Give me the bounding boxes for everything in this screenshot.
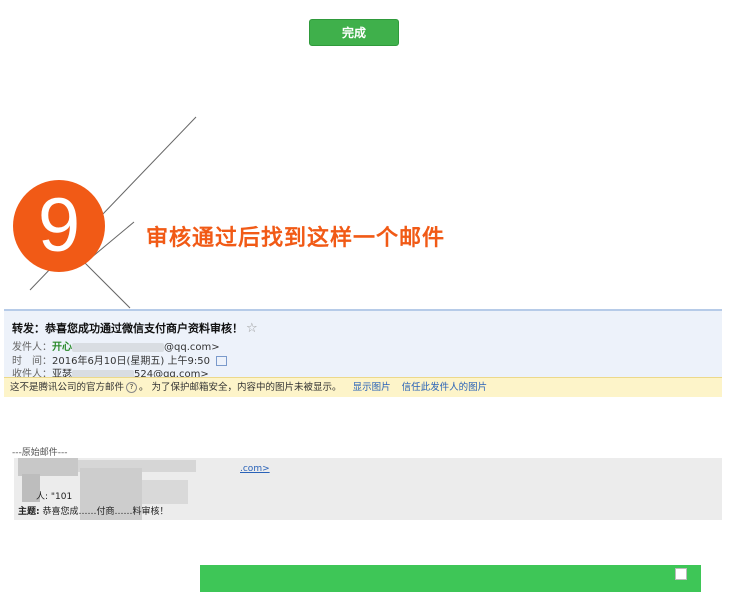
quoted-to-line: 人: "101 bbox=[36, 492, 73, 502]
trust-sender-link[interactable]: 信任此发件人的图片 bbox=[402, 382, 488, 393]
redacted-block bbox=[72, 342, 164, 352]
quoted-original-mail: .com> 人: "101 主题: 恭喜您成……付商……料审核！ bbox=[14, 458, 722, 520]
email-subject-text: 转发：恭喜您成功通过微信支付商户资料审核！ bbox=[12, 322, 243, 335]
broken-image-icon bbox=[675, 568, 687, 580]
email-header: 转发：恭喜您成功通过微信支付商户资料审核！ ☆ 发件人：开心 @qq.com> 时 … bbox=[4, 309, 722, 397]
step-number-badge: 9 bbox=[13, 180, 105, 272]
help-icon[interactable]: ? bbox=[126, 382, 138, 393]
done-button[interactable]: 完成 bbox=[309, 19, 399, 46]
redacted-block bbox=[142, 480, 188, 504]
original-mail-divider: ---原始邮件--- bbox=[12, 448, 68, 458]
show-images-link[interactable]: 显示图片 bbox=[353, 382, 391, 393]
quoted-subject-label: 主题: bbox=[18, 507, 40, 517]
footer-banner bbox=[200, 565, 701, 592]
quoted-email-link[interactable]: .com> bbox=[240, 464, 270, 474]
security-warning-bar: 这不是腾讯公司的官方邮件?。 为了保护邮箱安全，内容中的图片未被显示。 显示图片… bbox=[4, 377, 722, 397]
email-subject: 转发：恭喜您成功通过微信支付商户资料审核！ ☆ bbox=[12, 320, 258, 336]
warning-text-2: 。 为了保护邮箱安全，内容中的图片未被显示。 bbox=[139, 382, 342, 393]
warning-text: 这不是腾讯公司的官方邮件 bbox=[10, 382, 125, 393]
step-caption: 审核通过后找到这样一个邮件 bbox=[146, 226, 446, 251]
calendar-icon[interactable] bbox=[215, 356, 227, 366]
quoted-from-tail: .com> bbox=[240, 464, 270, 474]
sender-row: 发件人：开心 @qq.com> bbox=[12, 338, 220, 353]
star-icon[interactable]: ☆ bbox=[246, 321, 258, 336]
quoted-subject-line: 主题: 恭喜您成……付商……料审核！ bbox=[18, 504, 169, 517]
quoted-subject-value: 恭喜您成……付商……料审核！ bbox=[42, 507, 169, 517]
